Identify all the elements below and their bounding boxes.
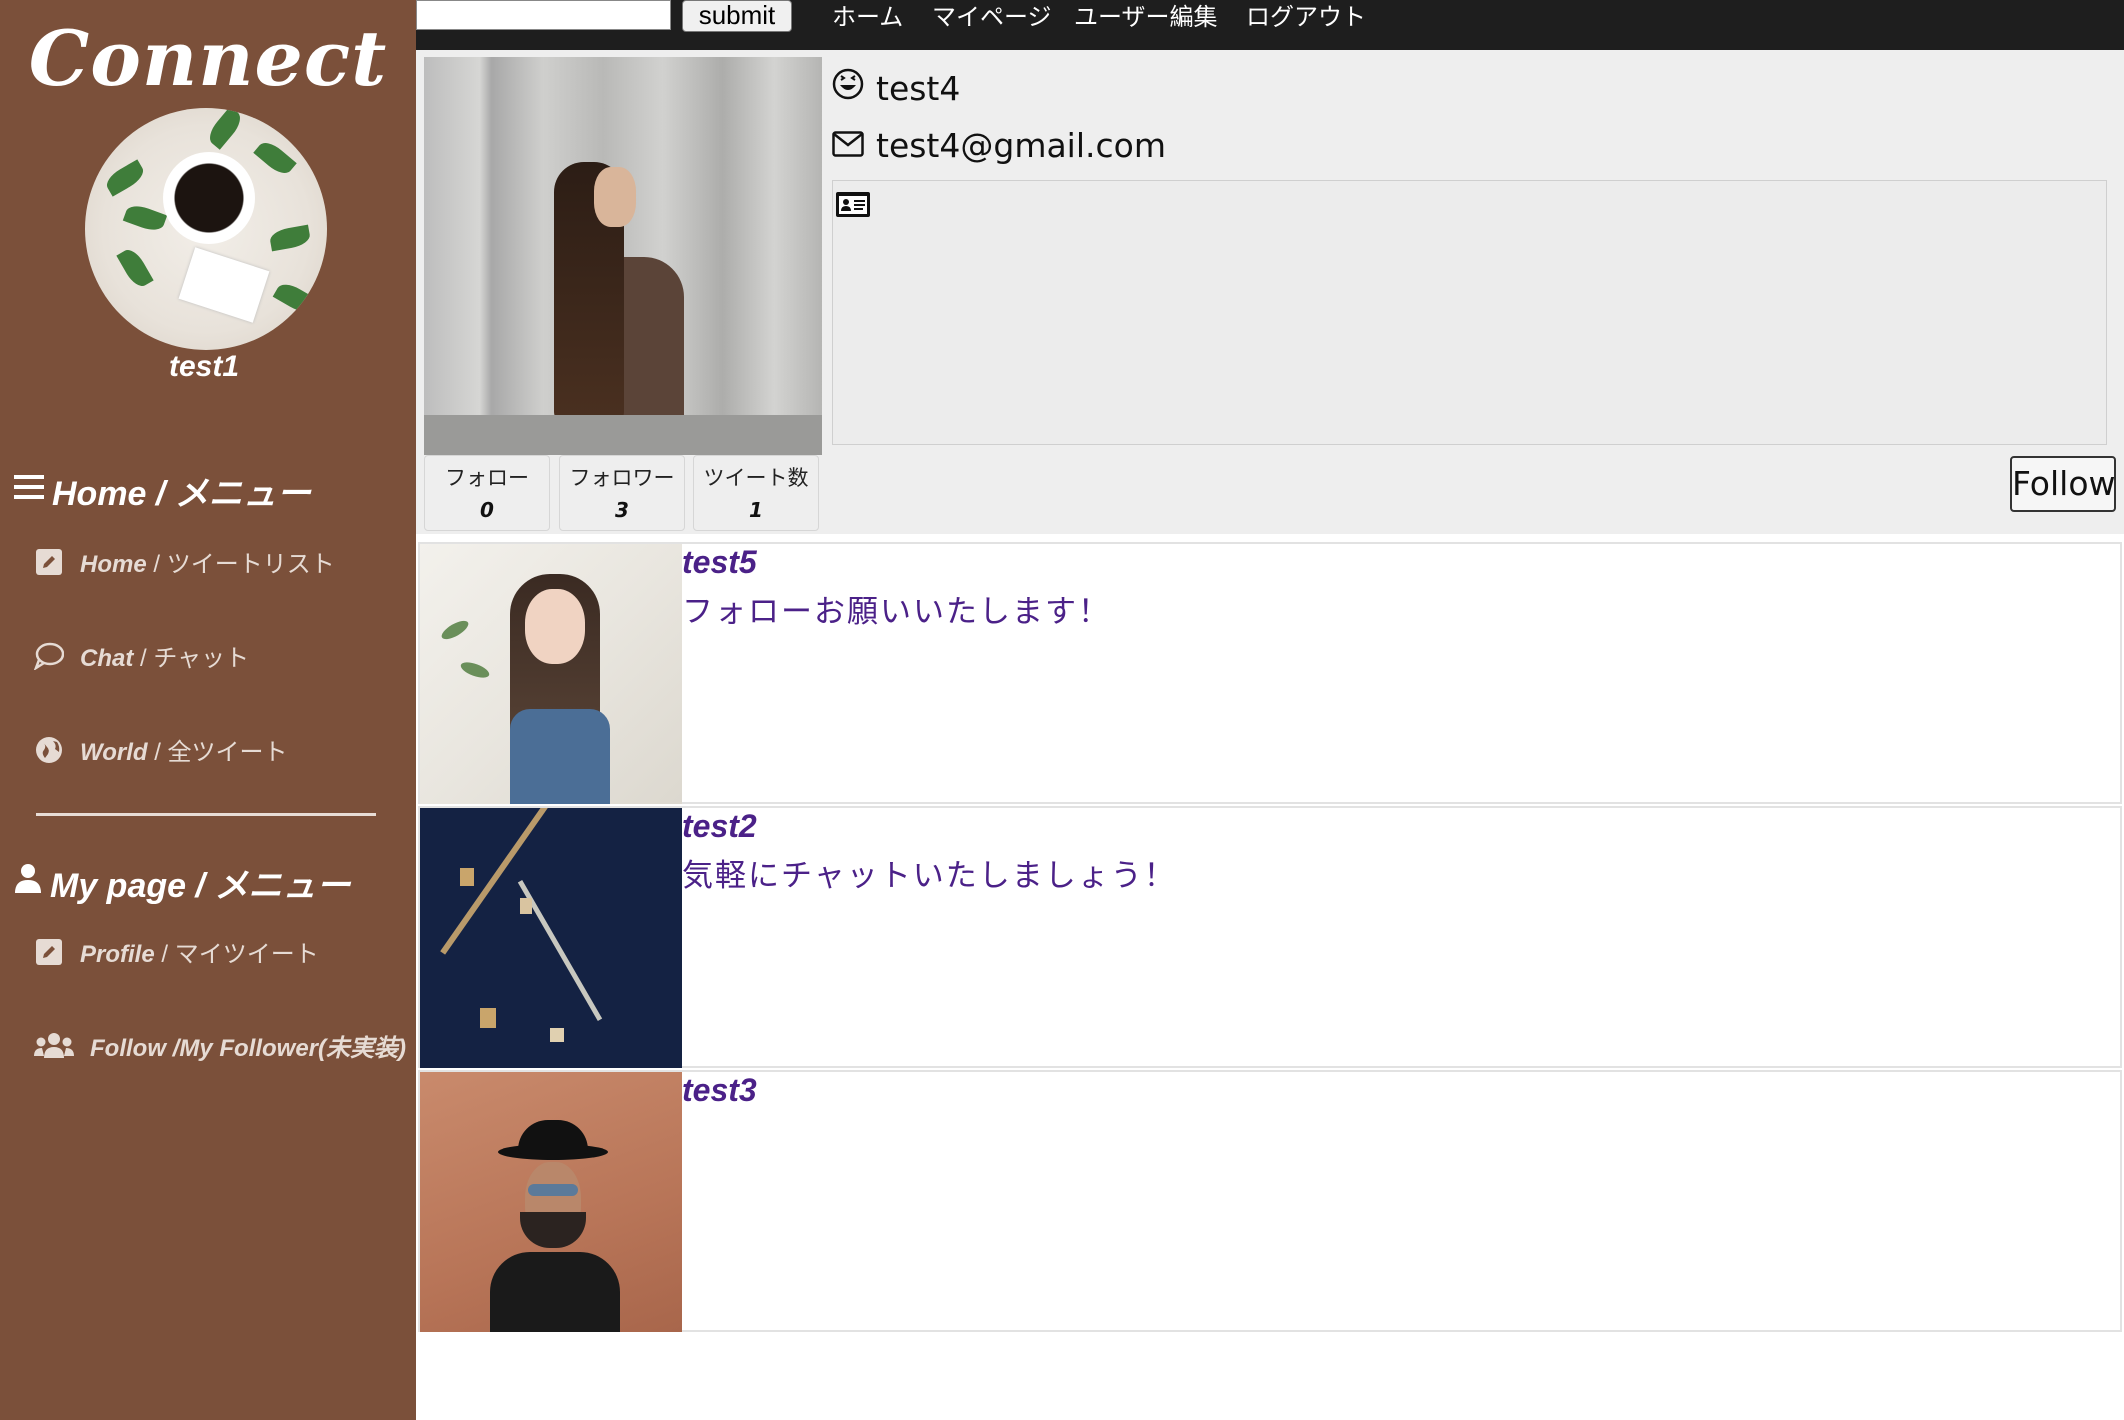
sidebar-item-follow-ja: (未実装) <box>318 1035 406 1062</box>
tweet-author-photo[interactable] <box>420 1072 682 1332</box>
profile-panel: フォロー 0 フォロワー 3 ツイート数 1 test4 test4@gmail… <box>416 50 2124 534</box>
sidebar-item-follow[interactable]: Follow /My Follower(未実装) <box>34 1028 406 1063</box>
sidebar-item-profile[interactable]: Profile / マイツイート <box>34 934 319 969</box>
stat-followers-value: 3 <box>615 498 629 522</box>
search-input[interactable] <box>416 0 671 30</box>
sidebar-item-chat[interactable]: Chat / チャット <box>34 638 249 673</box>
sidebar-item-follow-en: Follow /My Follower <box>90 1035 318 1062</box>
sidebar-item-world[interactable]: World / 全ツイート <box>34 732 288 767</box>
tweet-author-photo[interactable] <box>420 544 682 804</box>
sidebar-item-home[interactable]: Home / ツイートリスト <box>34 544 335 579</box>
tweet-author-photo[interactable] <box>420 808 682 1068</box>
mypage-menu-heading: My page / メニュー <box>14 858 350 907</box>
stat-followers-label: フォロワー <box>569 466 675 490</box>
stat-following-label: フォロー <box>445 466 529 490</box>
nav-link-home[interactable]: ホーム <box>832 0 903 34</box>
sidebar-username: test1 <box>168 350 240 383</box>
smile-icon <box>832 68 864 108</box>
edit-icon <box>34 547 64 577</box>
stat-tweets-label: ツイート数 <box>703 466 809 490</box>
profile-email: test4@gmail.com <box>876 126 1166 165</box>
sidebar-item-profile-ja: / マイツイート <box>161 941 319 968</box>
sidebar: Connect test1 Home / メニュー Home / ツイートリスト… <box>0 0 416 1420</box>
user-icon <box>14 863 42 902</box>
chat-bubble-icon <box>34 641 64 671</box>
submit-button[interactable]: submit <box>682 0 792 32</box>
tweet-author[interactable]: test5 <box>682 544 757 581</box>
tweet-author[interactable]: test2 <box>682 808 757 845</box>
tweet-body: 気軽にチャットいたしましょう！ <box>682 858 1177 894</box>
stat-following[interactable]: フォロー 0 <box>424 455 550 531</box>
edit-icon <box>34 937 64 967</box>
home-menu-heading: Home / メニュー <box>14 466 311 515</box>
sidebar-divider <box>36 813 376 816</box>
profile-email-row: test4@gmail.com <box>832 126 1166 165</box>
follow-button[interactable]: Follow <box>2010 456 2116 512</box>
nav-link-logout[interactable]: ログアウト <box>1246 0 1366 34</box>
tweet-item[interactable]: test2 気軽にチャットいたしましょう！ <box>418 806 2122 1068</box>
profile-bio-box <box>832 180 2107 445</box>
nav-link-mypage[interactable]: マイページ <box>932 0 1052 34</box>
envelope-icon <box>832 126 864 165</box>
home-menu-title: Home / メニュー <box>52 475 311 513</box>
users-icon <box>34 1031 74 1061</box>
stat-tweets-value: 1 <box>749 498 763 522</box>
tweet-author[interactable]: test3 <box>682 1072 757 1109</box>
mypage-menu-title: My page / メニュー <box>50 867 351 905</box>
avatar[interactable] <box>85 108 327 350</box>
tweet-item[interactable]: test5 フォローお願いいたします！ <box>418 542 2122 804</box>
id-card-icon <box>835 189 871 223</box>
tweet-item[interactable]: test3 <box>418 1070 2122 1332</box>
profile-name: test4 <box>876 68 961 108</box>
tweet-body: フォローお願いいたします！ <box>682 594 1111 630</box>
nav-link-user-edit[interactable]: ユーザー編集 <box>1074 0 1218 34</box>
stat-followers[interactable]: フォロワー 3 <box>559 455 685 531</box>
sidebar-item-world-ja: / 全ツイート <box>154 739 288 766</box>
sidebar-item-chat-ja: / チャット <box>140 645 250 672</box>
app-logo[interactable]: Connect <box>0 14 416 103</box>
sidebar-item-home-en: Home <box>80 551 147 578</box>
profile-name-row: test4 <box>832 68 960 108</box>
profile-photo <box>424 57 822 455</box>
sidebar-item-world-en: World <box>80 739 148 766</box>
hamburger-icon <box>14 471 44 510</box>
sidebar-item-chat-en: Chat <box>80 645 134 672</box>
stat-tweets[interactable]: ツイート数 1 <box>693 455 819 531</box>
stat-following-value: 0 <box>480 498 494 522</box>
globe-icon <box>34 735 64 765</box>
sidebar-item-profile-en: Profile <box>80 941 155 968</box>
top-navbar: submit ホーム マイページ ユーザー編集 ログアウト <box>416 0 2124 50</box>
sidebar-item-home-ja: / ツイートリスト <box>153 551 335 578</box>
